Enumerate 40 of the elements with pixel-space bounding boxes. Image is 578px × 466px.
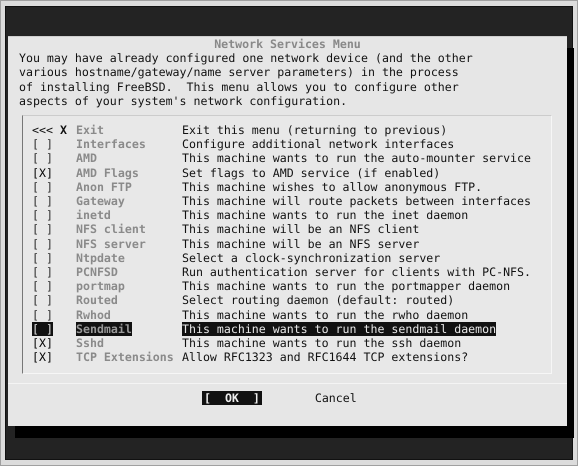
checkbox[interactable]: [ ]: [32, 222, 53, 237]
checkbox[interactable]: [ ]: [32, 279, 53, 294]
menu-item-description: Set flags to AMD service (if enabled): [182, 166, 440, 180]
dialog-title: Network Services Menu: [214, 37, 361, 52]
checkbox[interactable]: [ ]: [32, 308, 53, 322]
cancel-button[interactable]: Cancel: [312, 391, 359, 406]
menu-item-name[interactable]: Sendmail: [76, 322, 132, 336]
checkbox[interactable]: [ ]: [32, 151, 53, 166]
checkbox[interactable]: [X]: [32, 350, 53, 364]
ok-button[interactable]: [ OK ]: [202, 391, 262, 406]
menu-item-description: Configure additional network interfaces: [182, 137, 454, 152]
checkbox[interactable]: [ ]: [32, 236, 53, 251]
menu-item-description: Exit this menu (returning to previous): [182, 123, 448, 138]
checkbox[interactable]: [ ]: [32, 293, 53, 308]
menu-item-description: This machine wants to run the inet daemon: [182, 208, 468, 222]
menu-item-description: This machine wants to run the ssh daemon: [182, 336, 462, 350]
menu-item-description: This machine wants to run the rwho daemon: [182, 308, 468, 322]
back-marker: <<<: [32, 123, 53, 138]
menu-item-description: Select a clock-synchronization server: [182, 250, 440, 266]
checkbox[interactable]: [ ]: [32, 250, 53, 266]
checkbox[interactable]: [X]: [32, 336, 53, 350]
checkbox[interactable]: [ ]: [32, 194, 53, 208]
menu-item-description: Run authentication server for clients with PC-NFS.: [182, 265, 532, 280]
menu-item-description: Allow RFC1323 and RFC1644 TCP extensions?: [182, 350, 468, 364]
checkbox[interactable]: [ ]: [32, 265, 53, 280]
hotkey-letter: X: [60, 123, 67, 138]
checkbox[interactable]: [ ]: [32, 322, 53, 336]
menu-item-description: This machine will be an NFS server: [182, 236, 420, 251]
checkbox[interactable]: [ ]: [32, 208, 53, 222]
checkbox[interactable]: [ ]: [32, 137, 53, 152]
menu-item-description: This machine will be an NFS client: [182, 222, 420, 237]
menu-item-description: This machine wishes to allow anonymous FTP.: [182, 180, 482, 194]
menu-item-description: This machine will route packets between interfaces: [182, 194, 532, 208]
menu-item-description: This machine wants to run the portmapper daemon: [182, 279, 510, 294]
menu-item-description: This machine wants to run the sendmail daemon: [182, 322, 496, 336]
checkbox[interactable]: [ ]: [32, 180, 53, 194]
intro-text: You may have already configured one network device (and the other various hostname/gateway/name server parameters) in the process of installing FreeBSD. This menu allows you to configure other aspects of your system's network configuration.: [18, 51, 474, 108]
menu-item-description: Select routing daemon (default: routed): [182, 293, 454, 308]
checkbox[interactable]: [X]: [32, 166, 53, 180]
menu-item-description: This machine wants to run the auto-mounter service: [182, 151, 532, 166]
